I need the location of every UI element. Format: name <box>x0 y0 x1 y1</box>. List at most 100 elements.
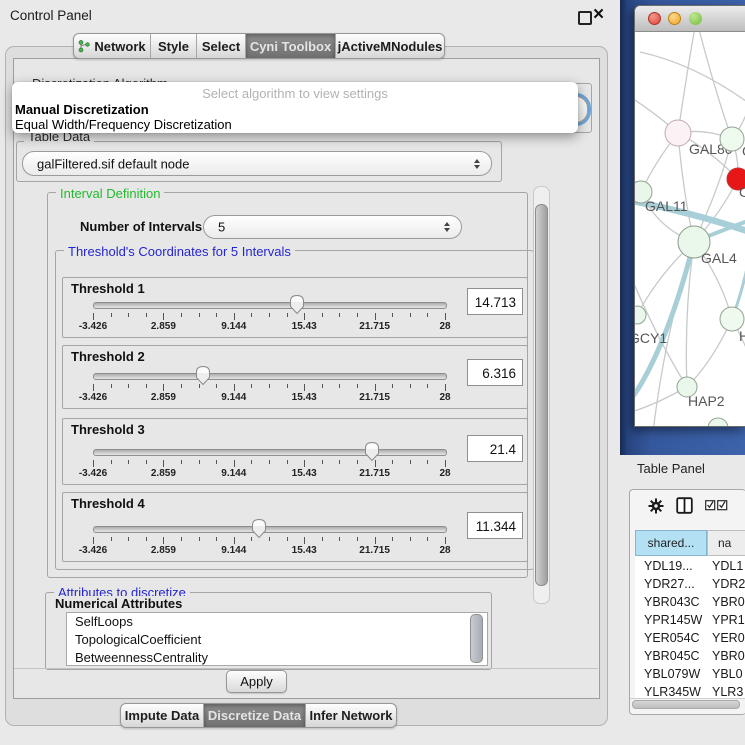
tick-label: -3.426 <box>79 468 107 479</box>
network-edge[interactable] <box>695 32 732 139</box>
tick-mark <box>287 537 288 541</box>
number-of-intervals-combobox[interactable]: 5 <box>203 215 462 239</box>
tick-mark <box>216 384 217 388</box>
threshold-slider-handle[interactable] <box>289 294 305 315</box>
threshold-value-field[interactable]: 6.316 <box>467 359 523 386</box>
tick-mark <box>251 384 252 388</box>
tick-mark <box>392 537 393 541</box>
tick-mark <box>304 537 305 544</box>
close-traffic-light-icon[interactable] <box>648 12 661 25</box>
network-edge[interactable] <box>635 262 687 387</box>
network-node-gal80[interactable] <box>665 120 691 146</box>
attribute-list-item[interactable]: TopologicalCoefficient <box>67 631 487 649</box>
cell-name: YER0 <box>712 629 745 647</box>
table-row[interactable]: YDL19...YDL1 <box>635 557 745 575</box>
tick-mark <box>111 537 112 541</box>
threshold-label: Threshold 1 <box>71 281 145 296</box>
algorithm-placeholder-option[interactable]: Select algorithm to view settings <box>12 86 578 101</box>
network-node[interactable] <box>708 418 728 426</box>
threshold-slider-track[interactable] <box>93 373 447 380</box>
algorithm-dropdown-popup: Select algorithm to view settings Manual… <box>12 82 578 133</box>
tick-mark <box>287 313 288 317</box>
tab-infer-network[interactable]: Infer Network <box>306 704 396 727</box>
tick-mark <box>128 313 129 317</box>
network-window-titlebar[interactable] <box>635 6 745 32</box>
tick-mark <box>427 460 428 464</box>
apply-button[interactable]: Apply <box>226 670 287 693</box>
network-edge[interactable] <box>640 52 745 104</box>
table-row[interactable]: YBR043CYBR0 <box>635 593 745 611</box>
tick-mark <box>269 537 270 541</box>
tick-label: -3.426 <box>79 321 107 332</box>
tick-mark <box>199 537 200 541</box>
threshold-slider-track[interactable] <box>93 449 447 456</box>
network-edge[interactable] <box>678 32 695 133</box>
table-panel-title: Table Panel <box>637 461 705 476</box>
network-node-gcy1[interactable] <box>635 306 646 324</box>
threshold-slider-handle[interactable] <box>251 518 267 539</box>
zoom-traffic-light-icon[interactable] <box>689 12 702 25</box>
threshold-label: Threshold 2 <box>71 349 145 364</box>
tick-mark <box>111 460 112 464</box>
algorithm-option-manual[interactable]: Manual Discretization <box>15 102 149 117</box>
table-row[interactable]: YBL079WYBL0 <box>635 665 745 683</box>
table-hscrollbar-thumb[interactable] <box>632 700 740 709</box>
tick-label: 21.715 <box>359 321 390 332</box>
tick-mark <box>357 313 358 317</box>
attributes-scrollbar-thumb[interactable] <box>470 614 483 663</box>
tab-cyni-toolbox[interactable]: Cyni Toolbox <box>246 34 336 58</box>
settings-scrollbar-thumb[interactable] <box>535 204 548 586</box>
cell-shared-name: YER054C <box>644 629 700 647</box>
split-columns-icon[interactable] <box>676 497 693 514</box>
float-window-icon[interactable] <box>578 11 592 25</box>
threshold-panel-3: Threshold 3-3.4262.8599.14415.4321.71528… <box>62 418 528 485</box>
tick-mark <box>339 537 340 541</box>
tab-style[interactable]: Style <box>151 34 197 58</box>
tab-label: Discretize Data <box>208 708 301 723</box>
table-row[interactable]: YDR27...YDR2 <box>635 575 745 593</box>
close-icon[interactable]: × <box>593 4 604 26</box>
settings-scrollbar-track[interactable] <box>533 186 550 604</box>
threshold-slider-handle[interactable] <box>195 365 211 386</box>
column-header-name[interactable]: na <box>707 530 745 556</box>
tab-jactivemnodules[interactable]: jActiveMNodules <box>336 34 444 58</box>
threshold-value-field[interactable]: 14.713 <box>467 288 523 315</box>
gear-icon[interactable] <box>648 498 664 514</box>
tick-mark <box>392 313 393 317</box>
tab-discretize-data[interactable]: Discretize Data <box>204 704 306 727</box>
tab-label: Infer Network <box>309 708 392 723</box>
algorithm-option-equal-width[interactable]: Equal Width/Frequency Discretization <box>15 117 232 132</box>
attribute-list-item[interactable]: BetweennessCentrality <box>67 649 487 666</box>
tick-mark <box>128 460 129 464</box>
threshold-value-field[interactable]: 21.4 <box>467 435 523 462</box>
threshold-slider-track[interactable] <box>93 526 447 533</box>
table-row[interactable]: YPR145WYPR1 <box>635 611 745 629</box>
checkbox-icons[interactable] <box>705 500 728 511</box>
tab-impute-data[interactable]: Impute Data <box>121 704 204 727</box>
threshold-slider-handle[interactable] <box>364 441 380 462</box>
tab-label: Style <box>158 39 189 54</box>
column-header-shared-name[interactable]: shared... <box>635 530 707 556</box>
numerical-attributes-list[interactable]: SelfLoopsTopologicalCoefficientBetweenne… <box>66 612 488 666</box>
tab-label: Cyni Toolbox <box>250 39 331 54</box>
attribute-list-item[interactable]: SelfLoops <box>67 613 487 631</box>
tick-mark <box>163 313 164 320</box>
tick-mark <box>357 384 358 388</box>
minimize-traffic-light-icon[interactable] <box>668 12 681 25</box>
node-attribute-table[interactable]: shared...naYDL19...YDL1YDR27...YDR2YBR04… <box>635 530 745 700</box>
tick-mark <box>322 384 323 388</box>
threshold-slider-track[interactable] <box>93 302 447 309</box>
tab-select[interactable]: Select <box>197 34 246 58</box>
network-node-g[interactable] <box>720 127 744 151</box>
threshold-value-field[interactable]: 11.344 <box>467 512 523 539</box>
tick-mark <box>269 384 270 388</box>
tab-label: Select <box>202 39 240 54</box>
tab-network[interactable]: Network <box>74 34 151 58</box>
table-row[interactable]: YER054C YER0 <box>635 629 745 647</box>
tick-label: 9.144 <box>221 321 246 332</box>
table-row[interactable]: YBR045CYBR0 <box>635 647 745 665</box>
tick-mark <box>146 537 147 541</box>
network-canvas[interactable]: GAL80GCGAL11GAL4GCY1HHAP2 <box>635 32 745 426</box>
tick-mark <box>181 460 182 464</box>
table-data-combobox[interactable]: galFiltered.sif default node <box>22 151 492 176</box>
